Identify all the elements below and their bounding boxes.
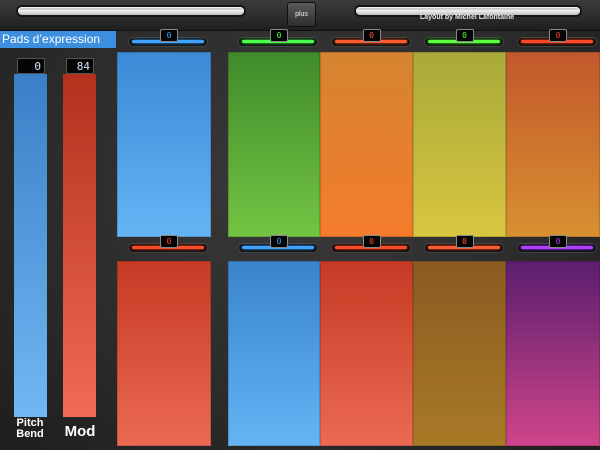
pad-top-1-slider[interactable]: 0 (129, 29, 207, 49)
pad-top-1[interactable] (117, 52, 211, 237)
top-toolbar: plus Layout by Michel Lafontaine (0, 0, 600, 31)
pad-value-display: 0 (362, 29, 381, 42)
layout-credit: Layout by Michel Lafontaine (420, 14, 515, 21)
pad-value-display: 0 (549, 235, 567, 248)
pitch-bend-label: Pitch Bend (6, 418, 54, 440)
pad-top-5-slider[interactable]: 0 (518, 29, 596, 49)
pad-bottom-5-slider[interactable]: 0 (518, 235, 596, 255)
pad-bottom-5[interactable] (506, 261, 600, 446)
pitch-bend-bar[interactable] (14, 74, 47, 417)
pad-value-display: 0 (160, 29, 178, 42)
pad-top-5[interactable] (506, 52, 600, 237)
pitch-label-line2: Bend (16, 428, 44, 440)
plus-button[interactable]: plus (287, 2, 316, 27)
pad-top-2[interactable] (228, 52, 320, 237)
pad-value-display: 0 (270, 29, 288, 42)
pad-bottom-3-slider[interactable]: 0 (331, 235, 410, 255)
pad-value-display: 0 (549, 29, 567, 42)
pad-bottom-2-slider[interactable]: 0 (239, 235, 317, 255)
mod-display: 84 (66, 58, 94, 74)
mod-bar[interactable] (63, 74, 96, 417)
pad-bottom-4-slider[interactable]: 0 (424, 235, 503, 255)
left-top-slider[interactable] (18, 7, 244, 15)
pitch-bend-display: 0 (17, 58, 45, 74)
page-title: Pads d’expression (0, 31, 116, 48)
pad-value-display: 0 (362, 235, 381, 248)
pad-top-4[interactable] (413, 52, 506, 237)
pad-value-display: 0 (270, 235, 288, 248)
pad-top-3-slider[interactable]: 0 (331, 29, 410, 49)
pad-value-display: 0 (160, 235, 178, 248)
pad-top-3[interactable] (320, 52, 413, 237)
pad-bottom-1-slider[interactable]: 0 (129, 235, 207, 255)
pad-value-display: 0 (455, 29, 474, 42)
pad-top-4-slider[interactable]: 0 (424, 29, 503, 49)
pad-bottom-2[interactable] (228, 261, 320, 446)
pad-value-display: 0 (455, 235, 474, 248)
pad-bottom-1[interactable] (117, 261, 211, 446)
mod-label: Mod (64, 423, 96, 440)
pad-bottom-4[interactable] (413, 261, 506, 446)
pad-bottom-3[interactable] (320, 261, 413, 446)
pad-top-2-slider[interactable]: 0 (239, 29, 317, 49)
